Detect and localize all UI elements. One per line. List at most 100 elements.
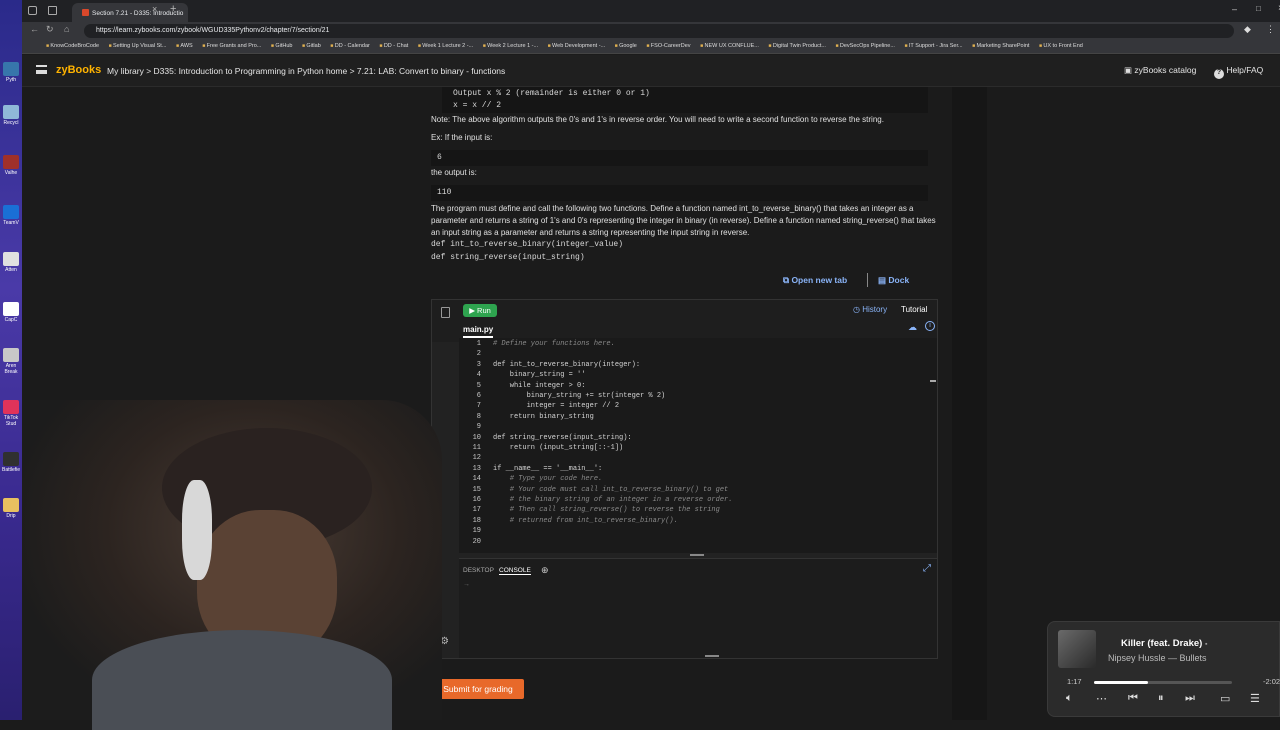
file-tab-main-py[interactable]: main.py (463, 325, 494, 338)
pause-icon[interactable]: ⏸︎ (1158, 692, 1164, 705)
close-tab-icon[interactable]: × (152, 4, 157, 14)
info-icon[interactable]: i (925, 321, 935, 331)
url-input[interactable]: https://learn.zybooks.com/zybook/WGUD335… (84, 24, 1234, 38)
desktop-icon-label: TeamV (3, 220, 19, 226)
desktop-icon[interactable]: Drip (2, 498, 20, 519)
address-bar-row: ← ↻ ⌂ https://learn.zybooks.com/zybook/W… (22, 22, 1280, 40)
recycle-bin-icon[interactable]: Recycl (2, 105, 20, 126)
submit-for-grading-button[interactable]: Submit for grading (432, 679, 524, 699)
lyrics-icon[interactable]: ▭ (1220, 692, 1230, 705)
next-icon[interactable]: ⏭︎ (1185, 692, 1195, 705)
tab-search-icon[interactable] (48, 6, 57, 15)
console-prompt[interactable]: → (463, 581, 470, 588)
code-line[interactable]: while integer > 0: (493, 382, 586, 390)
line-number: 10 (472, 433, 481, 442)
bookmark[interactable]: Web Development -... (548, 43, 606, 49)
code-line[interactable]: binary_string += str(integer % 2) (493, 392, 666, 400)
hamburger-menu-icon[interactable] (36, 65, 47, 74)
code-area[interactable]: 1 # Define your functions here. 2 3 def int_… (459, 338, 937, 553)
resize-handle[interactable] (705, 655, 719, 657)
code-line[interactable]: # the binary string of an integer in a r… (493, 496, 733, 504)
bookmark[interactable]: GitHub (271, 43, 293, 49)
breadcrumb[interactable]: My library > D335: Introduction to Progr… (107, 66, 505, 76)
bookmark[interactable]: Marketing SharePoint (972, 43, 1029, 49)
minimize-icon[interactable]: – (1232, 4, 1237, 14)
bookmark[interactable]: AWS (176, 43, 193, 49)
bookmark[interactable]: IT Support - Jira Ser... (904, 43, 962, 49)
bookmark[interactable]: DD - Chat (379, 43, 408, 49)
progress-track[interactable] (1094, 681, 1232, 684)
algorithm-code-block: Output x % 2 (remainder is either 0 or 1… (442, 87, 928, 113)
desktop-icon[interactable]: Battlefie (2, 452, 20, 473)
code-line[interactable]: def string_reverse(input_string): (493, 434, 632, 442)
bookmark[interactable]: DD - Calendar (330, 43, 370, 49)
desktop-icon[interactable]: Atten (2, 252, 20, 273)
bookmark[interactable]: KnowCodeBroCode (46, 43, 99, 49)
zybooks-header: zyBooks My library > D335: Introduction … (22, 55, 1280, 87)
add-tab-icon[interactable]: ⊕ (541, 565, 549, 576)
code-line[interactable]: # Type your code here. (493, 475, 602, 483)
open-new-tab-label: Open new tab (791, 275, 848, 285)
desktop-icon[interactable]: Pyth (2, 62, 20, 83)
bookmark[interactable]: Week 1 Lecture 2 -... (418, 43, 473, 49)
bookmark[interactable]: DevSecOps Pipeline... (835, 43, 894, 49)
cloud-save-icon[interactable]: ☁ (908, 322, 917, 333)
zybooks-logo[interactable]: zyBooks (56, 64, 101, 76)
catalog-link[interactable]: ▣ zyBooks catalog (1124, 65, 1196, 76)
expand-icon[interactable]: ⤢ (923, 563, 931, 574)
queue-icon[interactable]: ☰ (1250, 692, 1260, 705)
history-button[interactable]: ◷ History (853, 305, 887, 314)
run-button[interactable]: ▶ Run (463, 304, 497, 317)
extensions-icon[interactable]: ◆ (1244, 24, 1251, 35)
bookmark[interactable]: Gitlab (302, 43, 321, 49)
tab-console[interactable]: CONSOLE (499, 567, 531, 575)
home-icon[interactable]: ⌂ (64, 24, 69, 34)
code-line[interactable]: return (input_string[::-1]) (493, 444, 623, 452)
line-number: 20 (472, 537, 481, 546)
desktop-icon[interactable]: CapC (2, 302, 20, 323)
code-line[interactable]: def int_to_reverse_binary(integer): (493, 361, 640, 369)
previous-icon[interactable]: ⏮︎ (1128, 692, 1138, 705)
bookmark[interactable]: Digital Twin Product... (768, 43, 826, 49)
code-line[interactable]: binary_string = '' (493, 371, 586, 379)
code-line[interactable]: if __name__ == '__main__': (493, 465, 602, 473)
bookmark[interactable]: FSO-CareerDev (646, 43, 690, 49)
desktop-icon[interactable]: Valhe (2, 155, 20, 176)
open-new-tab-link[interactable]: ⧉ Open new tab (783, 275, 847, 286)
refresh-icon[interactable]: ↻ (46, 24, 54, 35)
bookmark[interactable]: Setting Up Visual St... (109, 43, 167, 49)
code-line[interactable]: # Define your functions here. (493, 340, 615, 348)
bookmark[interactable]: NEW UX CONFLUE... (700, 43, 759, 49)
bookmarks-bar: KnowCodeBroCode Setting Up Visual St... … (22, 40, 1280, 54)
code-line[interactable]: integer = integer // 2 (493, 402, 619, 410)
desktop-icon[interactable]: TikTok Stud (2, 400, 20, 427)
code-line[interactable]: # Your code must call int_to_reverse_bin… (493, 486, 728, 494)
file-icon[interactable] (441, 307, 450, 318)
help-link[interactable]: ? Help/FAQ (1214, 65, 1263, 79)
bookmark[interactable]: UX to Front End (1039, 43, 1083, 49)
desktop-icon-label: Pyth (5, 77, 16, 83)
tutorial-button[interactable]: Tutorial (901, 305, 927, 314)
tab-desktop[interactable]: DESKTOP (463, 567, 494, 574)
desktop-icon-label: Drip (6, 513, 16, 519)
code-line[interactable]: # returned from int_to_reverse_binary(). (493, 517, 678, 525)
scrollbar[interactable] (930, 380, 936, 382)
menu-dots-icon[interactable]: ⋮ (1266, 24, 1275, 35)
volume-icon[interactable]: 🔈︎ (1066, 692, 1073, 705)
more-options-icon[interactable]: ⋯ (1096, 692, 1107, 705)
bookmark[interactable]: Week 2 Lecture 1 -... (483, 43, 538, 49)
maximize-icon[interactable]: □ (1256, 4, 1261, 13)
resize-handle[interactable] (690, 554, 704, 556)
code-line: x = x // 2 (453, 101, 502, 110)
example-input-block: 6 (431, 150, 928, 166)
back-icon[interactable]: ← (30, 24, 39, 34)
tab-actions-icon[interactable] (28, 6, 37, 15)
new-tab-icon[interactable]: + (170, 3, 176, 15)
code-line[interactable]: # Then call string_reverse() to reverse … (493, 506, 720, 514)
desktop-icon[interactable]: TeamV (2, 205, 20, 226)
bookmark[interactable]: Free Grants and Pro... (202, 43, 261, 49)
desktop-icon[interactable]: Aren Break (2, 348, 20, 375)
dock-link[interactable]: ▤ Dock (878, 275, 909, 286)
bookmark[interactable]: Google (615, 43, 637, 49)
code-line[interactable]: return binary_string (493, 413, 594, 421)
